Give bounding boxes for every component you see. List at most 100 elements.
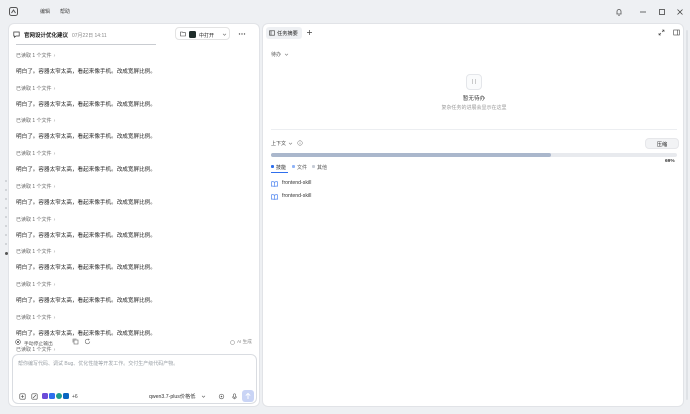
tab-other-label: 其他: [317, 165, 328, 171]
context-label: 上下文: [271, 141, 287, 147]
stop-icon: [15, 339, 21, 345]
assistant-message: 明白了。容器太窄太高，看起来像手机。改成宽屏比例。: [16, 265, 156, 272]
plugin-icon-2[interactable]: [49, 393, 55, 399]
plugin-icon-3[interactable]: [56, 393, 62, 399]
chevron-right-icon: ›: [53, 314, 56, 321]
context-progress-bar: [271, 153, 677, 157]
empty-todo-icon: [466, 74, 482, 90]
info-icon[interactable]: [297, 140, 303, 146]
chevron-right-icon: ›: [53, 183, 56, 190]
chevron-down-icon: [222, 32, 227, 37]
menu-help[interactable]: 帮助: [60, 8, 70, 15]
expand-icon[interactable]: [658, 29, 665, 36]
assistant-message: 明白了。容器太窄太高，看起来像手机。改成宽屏比例。: [16, 101, 156, 108]
assistant-message: 明白了。容器太窄太高，看起来像手机。改成宽屏比例。: [16, 297, 156, 304]
window-scrollbar[interactable]: [686, 30, 688, 400]
assistant-message: 明白了。容器太窄太高，看起来像手机。改成宽屏比例。: [16, 134, 156, 141]
compress-button[interactable]: 压缩: [645, 138, 679, 149]
pending-section-header[interactable]: 待办: [271, 51, 289, 58]
files-dot-icon: [292, 165, 295, 169]
maximize-button[interactable]: [657, 7, 667, 17]
assistant-message: 明白了。容器太窄太高，看起来像手机。改成宽屏比例。: [16, 167, 156, 174]
tab-task-summary[interactable]: 任务摘要: [266, 27, 302, 39]
copy-icon[interactable]: [72, 338, 79, 345]
plugin-icon-4[interactable]: [63, 393, 69, 399]
pending-label: 待办: [271, 52, 282, 58]
file-read-indicator[interactable]: 已读取 1 个文件 ›: [16, 216, 55, 223]
book-icon: [271, 180, 278, 187]
truncated-message: [16, 43, 156, 46]
compress-label: 压缩: [656, 142, 668, 149]
add-tab-icon[interactable]: [306, 29, 313, 36]
open-in-label: 中打开: [199, 32, 215, 39]
tab-task-summary-label: 任务摘要: [277, 31, 298, 38]
chat-panel: 官网设计优化建议 07月22日 14:11 中打开 已读取 1 个文件 › 明白了。…: [8, 23, 260, 407]
menu-edit[interactable]: 编辑: [40, 8, 50, 15]
file-read-indicator[interactable]: 已读取 1 个文件 ›: [16, 248, 55, 255]
prompt-input[interactable]: 帮你编写代码、调试 Bug、优化性能等开发工作。交付生产级代码产物。: [18, 360, 252, 382]
empty-todo-title: 暂无待办: [462, 96, 486, 102]
other-dot-icon: [312, 165, 315, 169]
model-name: qwen3.7-plus价格低: [149, 393, 196, 400]
send-button[interactable]: [242, 390, 254, 402]
file-read-indicator[interactable]: 已读取 1 个文件 ›: [16, 85, 55, 92]
sidebar-toggle-icon[interactable]: [673, 29, 680, 36]
microphone-icon[interactable]: [231, 393, 238, 400]
chevron-right-icon: ›: [53, 151, 56, 158]
tab-underline: [271, 172, 288, 173]
skill-name: frontend-skill: [282, 180, 312, 186]
settings-icon[interactable]: [218, 393, 225, 400]
chevron-down-icon: [201, 394, 206, 399]
chevron-right-icon: ›: [53, 118, 56, 125]
more-icon[interactable]: [238, 30, 246, 38]
assistant-message: 明白了。容器太窄太高，看起来像手机。改成宽屏比例。: [16, 330, 156, 337]
file-read-indicator[interactable]: 已读取 1 个文件 ›: [16, 346, 55, 353]
chevron-down-icon: [284, 52, 289, 57]
chevron-down-icon: [288, 141, 293, 146]
chevron-right-icon: ›: [53, 281, 56, 288]
more-plugins-count[interactable]: +6: [72, 394, 78, 400]
chat-title: 官网设计优化建议: [24, 33, 69, 39]
file-read-indicator[interactable]: 已读取 1 个文件 ›: [16, 52, 55, 59]
skills-dot-icon: [271, 165, 274, 169]
open-in-button[interactable]: 中打开: [175, 27, 230, 40]
assistant-message: 明白了。容器太窄太高，看起来像手机。改成宽屏比例。: [16, 69, 156, 75]
context-header: 上下文: [271, 140, 303, 147]
info-icon: [230, 339, 235, 345]
file-read-indicator[interactable]: 已读取 1 个文件 ›: [16, 150, 55, 157]
context-progress-percent: 69%: [665, 159, 675, 164]
composer: 帮你编写代码、调试 Bug、优化性能等开发工作。交付生产级代码产物。 +6 qw…: [12, 354, 257, 404]
skill-item[interactable]: frontend-skill: [271, 193, 391, 201]
stop-output-label: 手动停止输出: [24, 341, 53, 347]
task-panel: 任务摘要 待办 暂无待办 复杂任务的进展会显示在这里 上下文 压缩 69% 技能…: [262, 23, 684, 407]
notification-icon[interactable]: [614, 7, 624, 17]
chevron-right-icon: ›: [53, 85, 56, 92]
chevron-right-icon: ›: [53, 53, 56, 59]
chat-date: 07月22日 14:11: [72, 32, 107, 39]
file-read-indicator[interactable]: 已读取 1 个文件 ›: [16, 281, 55, 288]
file-read-indicator[interactable]: 已读取 1 个文件 ›: [16, 183, 55, 190]
app-logo-icon: [9, 7, 18, 16]
mcp-icon[interactable]: [31, 393, 38, 400]
prompt-placeholder: 帮你编写代码、调试 Bug、优化性能等开发工作。交付生产级代码产物。: [18, 361, 179, 367]
assistant-message: 明白了。容器太窄太高，看起来像手机。改成宽屏比例。: [16, 232, 156, 239]
tab-files-label: 文件: [297, 165, 308, 171]
minimize-button[interactable]: [638, 7, 648, 17]
regenerate-icon[interactable]: [84, 338, 91, 345]
assistant-message: 明白了。容器太窄太高，看起来像手机。改成宽屏比例。: [16, 199, 156, 206]
skill-item[interactable]: frontend-skill: [271, 180, 391, 188]
app-badge-icon: [189, 31, 196, 38]
chevron-right-icon: ›: [53, 216, 56, 223]
panel-icon: [269, 30, 275, 36]
close-button[interactable]: [675, 7, 685, 17]
attach-icon[interactable]: [19, 393, 26, 400]
model-selector[interactable]: qwen3.7-plus价格低: [149, 391, 209, 401]
file-read-indicator[interactable]: 已读取 1 个文件 ›: [16, 117, 55, 124]
chevron-right-icon: ›: [53, 249, 56, 256]
folder-icon: [180, 31, 186, 37]
chat-icon: [13, 31, 20, 38]
skill-name: frontend-skill: [282, 193, 312, 199]
file-read-indicator[interactable]: 已读取 1 个文件 ›: [16, 314, 55, 321]
chevron-right-icon: ›: [53, 347, 56, 354]
plugin-icon-1[interactable]: [42, 393, 48, 399]
